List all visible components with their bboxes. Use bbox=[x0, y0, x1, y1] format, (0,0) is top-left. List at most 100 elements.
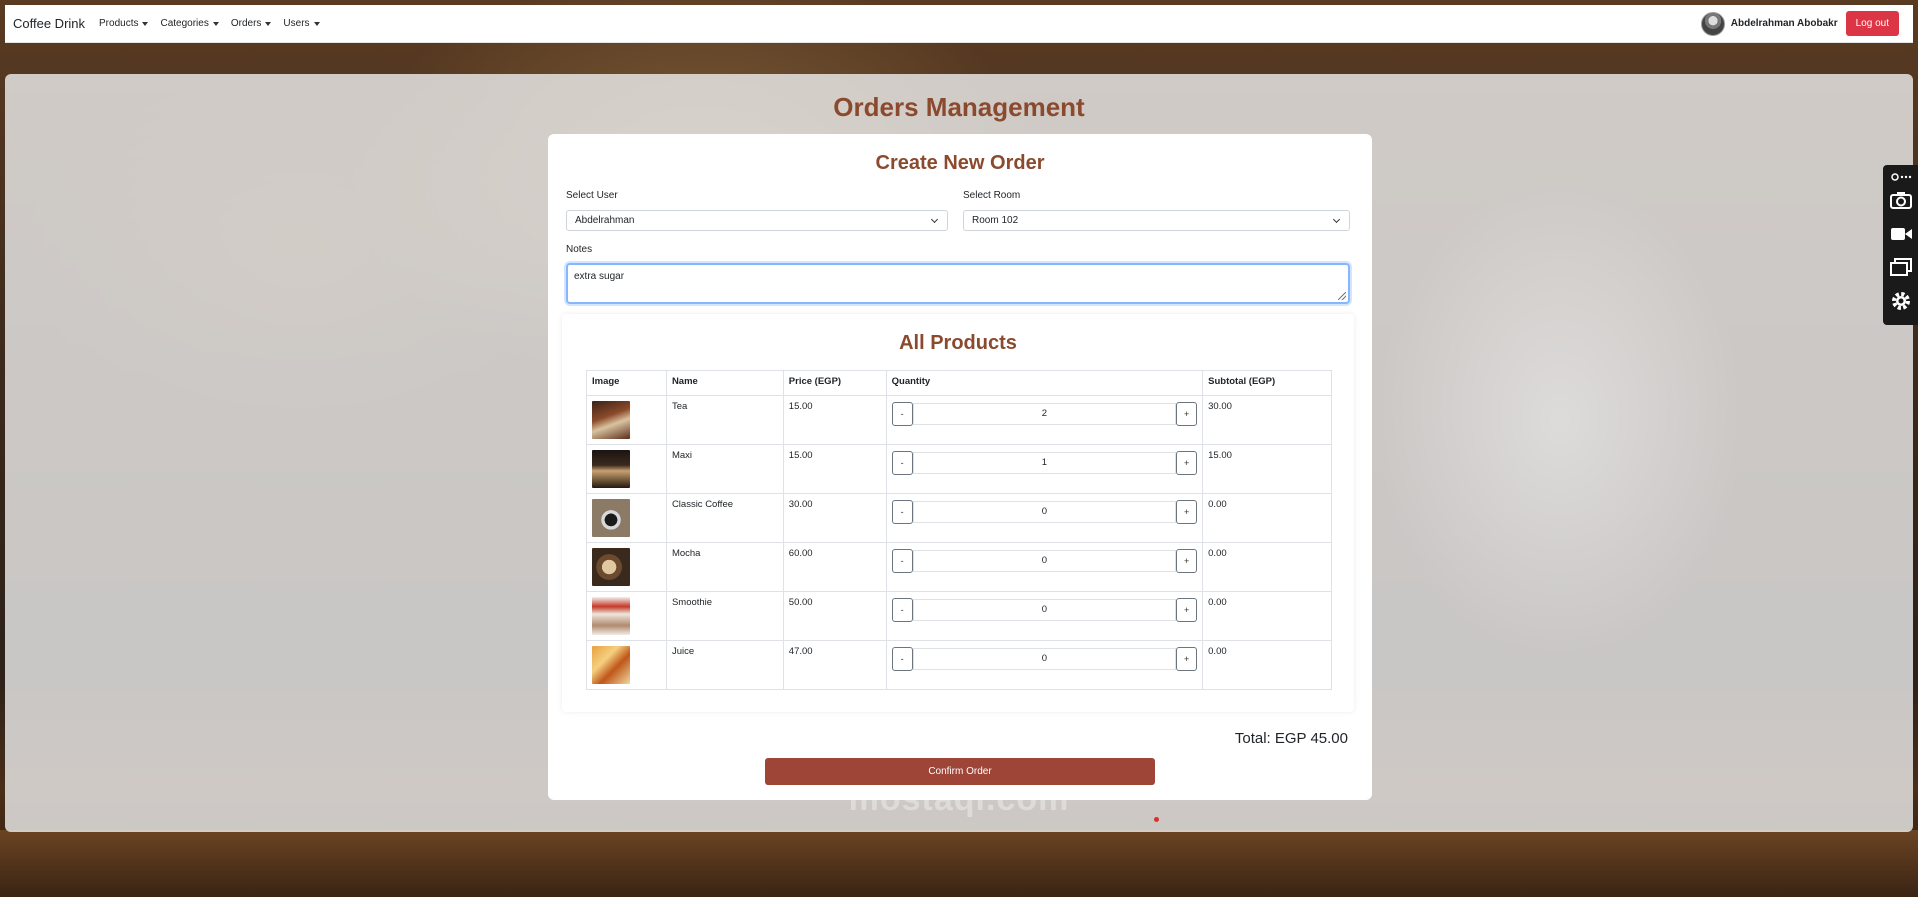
quantity-stepper: -0 + bbox=[891, 647, 1198, 671]
nav-users[interactable]: Users bbox=[283, 18, 320, 29]
mocha-image bbox=[592, 548, 630, 586]
quantity-input[interactable]: 2 bbox=[912, 403, 1177, 425]
resize-grip-icon[interactable] bbox=[1338, 292, 1346, 300]
table-row: Juice 47.00 -0 + 0.00 bbox=[586, 640, 1332, 690]
price-cell: 50.00 bbox=[782, 591, 887, 641]
nav-categories[interactable]: Categories bbox=[160, 18, 219, 29]
user-select-value: Abdelrahman bbox=[575, 215, 635, 226]
table-row: Smoothie 50.00 -0 + 0.00 bbox=[586, 591, 1332, 641]
quantity-stepper: -2 + bbox=[891, 402, 1198, 426]
brand-link[interactable]: Coffee Drink bbox=[13, 16, 85, 31]
table-row: Tea 15.00 -2 + 30.00 bbox=[586, 395, 1332, 445]
notes-value: extra sugar bbox=[574, 271, 625, 282]
decrement-button[interactable]: - bbox=[891, 598, 913, 622]
decrement-button[interactable]: - bbox=[891, 647, 913, 671]
nav-categories-label: Categories bbox=[160, 18, 209, 29]
quantity-stepper: -1 + bbox=[891, 451, 1198, 475]
quantity-input[interactable]: 0 bbox=[912, 550, 1177, 572]
column-header: Subtotal (EGP) bbox=[1202, 370, 1332, 396]
select-user-label: Select User bbox=[566, 190, 618, 201]
logout-button[interactable]: Log out bbox=[1845, 11, 1899, 36]
quantity-input[interactable]: 0 bbox=[912, 599, 1177, 621]
image-cell bbox=[586, 444, 667, 494]
quantity-stepper: -0 + bbox=[891, 549, 1198, 573]
caret-down-icon bbox=[212, 21, 219, 26]
products-panel: All Products Image Name Price (EGP) Quan… bbox=[562, 314, 1354, 712]
name-cell: Classic Coffee bbox=[665, 493, 784, 543]
name-cell: Juice bbox=[665, 640, 784, 690]
quantity-cell: -0 + bbox=[885, 493, 1204, 543]
classic-coffee-image bbox=[592, 499, 630, 537]
maxi-image bbox=[592, 450, 630, 488]
subtotal-cell: 0.00 bbox=[1202, 640, 1332, 690]
increment-button[interactable]: + bbox=[1176, 647, 1198, 671]
quantity-cell: -0 + bbox=[885, 640, 1204, 690]
pin-icon[interactable] bbox=[1890, 171, 1912, 183]
quantity-cell: -1 + bbox=[885, 444, 1204, 494]
user-name: Abdelrahman Abobakr bbox=[1730, 18, 1838, 29]
subtotal-cell: 30.00 bbox=[1202, 395, 1332, 445]
video-icon[interactable] bbox=[1890, 225, 1912, 243]
image-cell bbox=[586, 640, 667, 690]
nav-products[interactable]: Products bbox=[99, 18, 149, 29]
quantity-stepper: -0 + bbox=[891, 598, 1198, 622]
subtotal-cell: 0.00 bbox=[1202, 493, 1332, 543]
products-table: Image Name Price (EGP) Quantity Subtotal… bbox=[586, 370, 1332, 690]
camera-icon[interactable] bbox=[1890, 191, 1912, 209]
decrement-button[interactable]: - bbox=[891, 549, 913, 573]
increment-button[interactable]: + bbox=[1176, 549, 1198, 573]
notes-textarea[interactable]: extra sugar bbox=[566, 263, 1350, 304]
name-cell: Tea bbox=[665, 395, 784, 445]
page-title: Orders Management bbox=[833, 92, 1085, 122]
chevron-down-icon bbox=[1332, 215, 1341, 224]
floating-toolbar bbox=[1883, 165, 1918, 325]
image-cell bbox=[586, 395, 667, 445]
increment-button[interactable]: + bbox=[1176, 451, 1198, 475]
price-cell: 60.00 bbox=[782, 542, 887, 592]
quantity-cell: -2 + bbox=[885, 395, 1204, 445]
price-cell: 15.00 bbox=[782, 395, 887, 445]
user-area: Abdelrahman Abobakr Log out bbox=[1700, 11, 1899, 36]
tea-image bbox=[592, 401, 630, 439]
gear-icon[interactable] bbox=[1890, 290, 1912, 312]
room-select-value: Room 102 bbox=[972, 215, 1019, 226]
increment-button[interactable]: + bbox=[1176, 598, 1198, 622]
image-cell bbox=[586, 591, 667, 641]
user-select[interactable]: Abdelrahman bbox=[566, 210, 948, 231]
background-counter bbox=[0, 830, 1918, 897]
decrement-button[interactable]: - bbox=[891, 500, 913, 524]
increment-button[interactable]: + bbox=[1176, 500, 1198, 524]
notes-label: Notes bbox=[566, 244, 593, 255]
image-cell bbox=[586, 542, 667, 592]
subtotal-cell: 15.00 bbox=[1202, 444, 1332, 494]
windows-icon[interactable] bbox=[1890, 258, 1912, 276]
quantity-input[interactable]: 0 bbox=[912, 501, 1177, 523]
select-room-label: Select Room bbox=[963, 190, 1021, 201]
room-select[interactable]: Room 102 bbox=[963, 210, 1350, 231]
name-cell: Maxi bbox=[665, 444, 784, 494]
avatar[interactable] bbox=[1700, 11, 1725, 36]
nav-orders-label: Orders bbox=[230, 18, 262, 29]
caret-down-icon bbox=[265, 21, 272, 26]
quantity-input[interactable]: 1 bbox=[912, 452, 1177, 474]
order-total: Total: EGP 45.00 bbox=[1234, 730, 1348, 747]
nav-products-label: Products bbox=[99, 18, 139, 29]
image-cell bbox=[586, 493, 667, 543]
chevron-down-icon bbox=[930, 215, 939, 224]
price-cell: 15.00 bbox=[782, 444, 887, 494]
table-row: Maxi 15.00 -1 + 15.00 bbox=[586, 444, 1332, 494]
quantity-stepper: -0 + bbox=[891, 500, 1198, 524]
subtotal-cell: 0.00 bbox=[1202, 542, 1332, 592]
column-header: Image bbox=[586, 370, 667, 396]
name-cell: Smoothie bbox=[665, 591, 784, 641]
order-card: Create New Order Select User Abdelrahman… bbox=[548, 134, 1372, 800]
decrement-button[interactable]: - bbox=[891, 402, 913, 426]
nav-users-label: Users bbox=[283, 18, 310, 29]
decrement-button[interactable]: - bbox=[891, 451, 913, 475]
table-row: Classic Coffee 30.00 -0 + 0.00 bbox=[586, 493, 1332, 543]
increment-button[interactable]: + bbox=[1176, 402, 1198, 426]
top-navbar: Coffee Drink Products Categories Orders … bbox=[5, 5, 1913, 43]
nav-orders[interactable]: Orders bbox=[231, 18, 272, 29]
quantity-input[interactable]: 0 bbox=[912, 648, 1177, 670]
smoothie-image bbox=[592, 597, 630, 635]
